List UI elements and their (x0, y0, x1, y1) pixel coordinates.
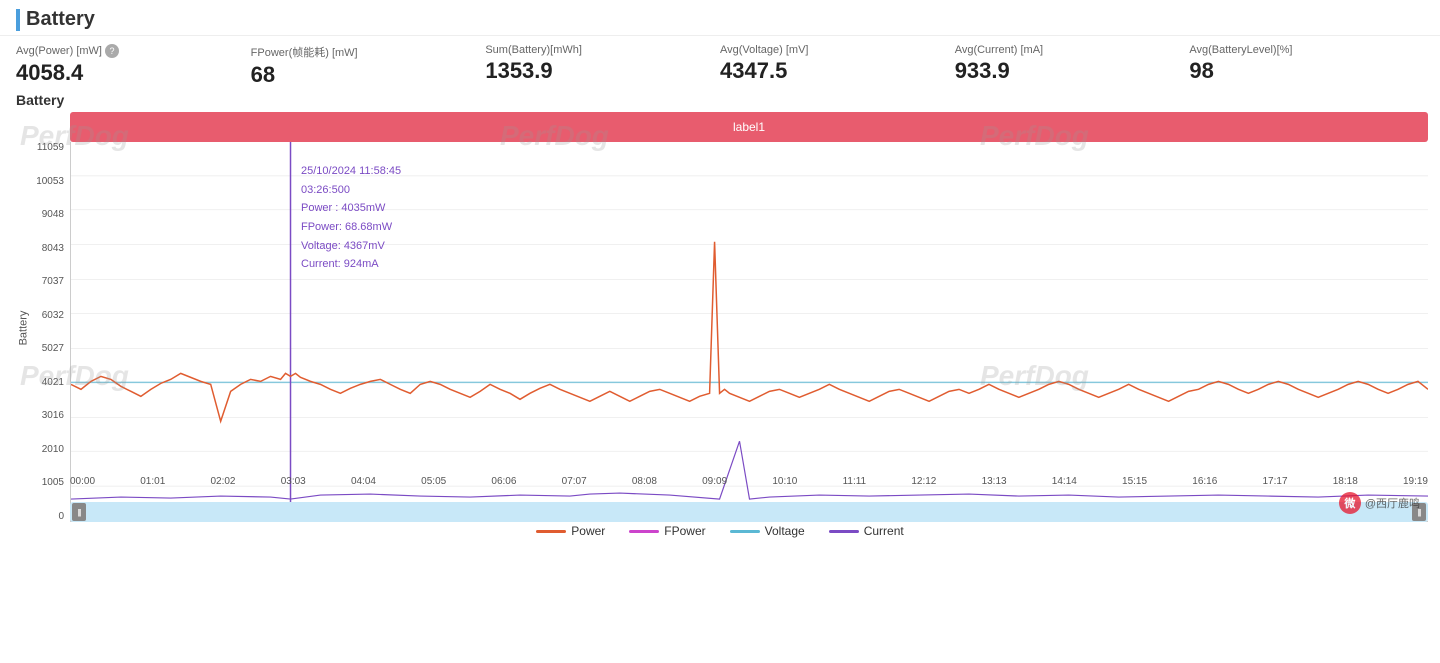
x-label-1: 01:01 (140, 476, 165, 487)
y-label-2: 9048 (4, 209, 64, 220)
stat-avg-battery-level-value: 98 (1189, 58, 1424, 84)
stat-sum-battery-value: 1353.9 (485, 58, 720, 84)
chart-svg-area[interactable]: 25/10/2024 11:58:45 03:26:500 Power : 40… (70, 142, 1428, 522)
weibo-badge: 微 @西厅鹿鸣 (1339, 492, 1420, 514)
x-label-9: 09:09 (702, 476, 727, 487)
scrollbar-handle-left[interactable]: ||| (72, 503, 86, 521)
y-axis: 11059 10053 9048 8043 7037 6032 5027 402… (0, 142, 68, 522)
weibo-icon: 微 (1339, 492, 1361, 514)
x-label-4: 04:04 (351, 476, 376, 487)
x-label-6: 06:06 (491, 476, 516, 487)
help-icon-power[interactable]: ? (105, 44, 119, 58)
title-bar-accent (16, 9, 20, 31)
y-label-0: 11059 (4, 142, 64, 153)
stat-avg-battery-level: Avg(BatteryLevel)[%] 98 (1189, 44, 1424, 88)
legend-current-label: Current (864, 524, 904, 538)
stat-avg-current: Avg(Current) [mA] 933.9 (955, 44, 1190, 88)
y-label-1: 10053 (4, 176, 64, 187)
y-label-7: 4021 (4, 377, 64, 388)
stat-avg-current-value: 933.9 (955, 58, 1190, 84)
chart-container[interactable]: label1 11059 10053 9048 8043 7037 6032 5… (0, 112, 1440, 542)
stat-fpower-value: 68 (251, 62, 486, 88)
stat-avg-current-label: Avg(Current) [mA] (955, 44, 1190, 56)
y-label-4: 7037 (4, 276, 64, 287)
legend: Power FPower Voltage Current (0, 520, 1440, 542)
title-text: Battery (26, 8, 95, 31)
stat-sum-battery: Sum(Battery)[mWh] 1353.9 (485, 44, 720, 88)
legend-current: Current (829, 524, 904, 538)
stat-avg-battery-level-label: Avg(BatteryLevel)[%] (1189, 44, 1424, 56)
stat-avg-voltage: Avg(Voltage) [mV] 4347.5 (720, 44, 955, 88)
legend-power: Power (536, 524, 605, 538)
x-label-10: 10:10 (772, 476, 797, 487)
stats-row: Avg(Power) [mW] ? 4058.4 FPower(帧能耗) [mW… (0, 36, 1440, 88)
page-wrapper: PerfDog PerfDog PerfDog PerfDog PerfDog … (0, 0, 1440, 663)
y-label-5: 6032 (4, 310, 64, 321)
weibo-text: @西厅鹿鸣 (1365, 495, 1420, 511)
legend-voltage-line (730, 530, 760, 533)
scrollbar-left-icon: ||| (77, 508, 80, 517)
x-label-11: 11:11 (843, 476, 867, 487)
scrollbar[interactable]: ||| ||| (70, 502, 1428, 522)
x-label-14: 14:14 (1052, 476, 1077, 487)
x-label-15: 15:15 (1122, 476, 1147, 487)
stat-fpower: FPower(帧能耗) [mW] 68 (251, 44, 486, 88)
x-label-3: 03:03 (281, 476, 306, 487)
label-bar: label1 (70, 112, 1428, 142)
x-label-5: 05:05 (421, 476, 446, 487)
y-label-10: 1005 (4, 477, 64, 488)
legend-power-label: Power (571, 524, 605, 538)
y-label-6: 5027 (4, 343, 64, 354)
chart-title: Battery (0, 92, 1440, 112)
x-label-16: 16:16 (1192, 476, 1217, 487)
x-label-18: 18:18 (1333, 476, 1358, 487)
x-label-2: 02:02 (210, 476, 235, 487)
x-label-0: 00:00 (70, 476, 95, 487)
x-label-8: 08:08 (632, 476, 657, 487)
legend-fpower: FPower (629, 524, 705, 538)
chart-svg (71, 142, 1428, 521)
legend-voltage-label: Voltage (765, 524, 805, 538)
stat-fpower-label: FPower(帧能耗) [mW] (251, 44, 486, 60)
stat-avg-power-value: 4058.4 (16, 60, 251, 86)
legend-fpower-label: FPower (664, 524, 705, 538)
header-section: Battery (0, 0, 1440, 36)
stat-sum-battery-label: Sum(Battery)[mWh] (485, 44, 720, 56)
page-title: Battery (16, 8, 1424, 31)
legend-current-line (829, 530, 859, 533)
x-label-17: 17:17 (1263, 476, 1288, 487)
x-label-19: 19:19 (1403, 476, 1428, 487)
chart-section: Battery label1 11059 10053 9048 8043 703… (0, 88, 1440, 542)
y-label-9: 2010 (4, 444, 64, 455)
stat-avg-voltage-value: 4347.5 (720, 58, 955, 84)
y-label-8: 3016 (4, 410, 64, 421)
legend-power-line (536, 530, 566, 533)
x-label-12: 12:12 (911, 476, 936, 487)
stat-avg-power-label: Avg(Power) [mW] ? (16, 44, 251, 58)
legend-voltage: Voltage (730, 524, 805, 538)
y-axis-title: Battery (17, 311, 29, 346)
x-label-7: 07:07 (562, 476, 587, 487)
y-label-3: 8043 (4, 243, 64, 254)
x-label-13: 13:13 (982, 476, 1007, 487)
legend-fpower-line (629, 530, 659, 533)
x-axis: 00:00 01:01 02:02 03:03 04:04 05:05 06:0… (70, 476, 1428, 487)
label-bar-text: label1 (733, 120, 765, 134)
stat-avg-voltage-label: Avg(Voltage) [mV] (720, 44, 955, 56)
stat-avg-power: Avg(Power) [mW] ? 4058.4 (16, 44, 251, 88)
